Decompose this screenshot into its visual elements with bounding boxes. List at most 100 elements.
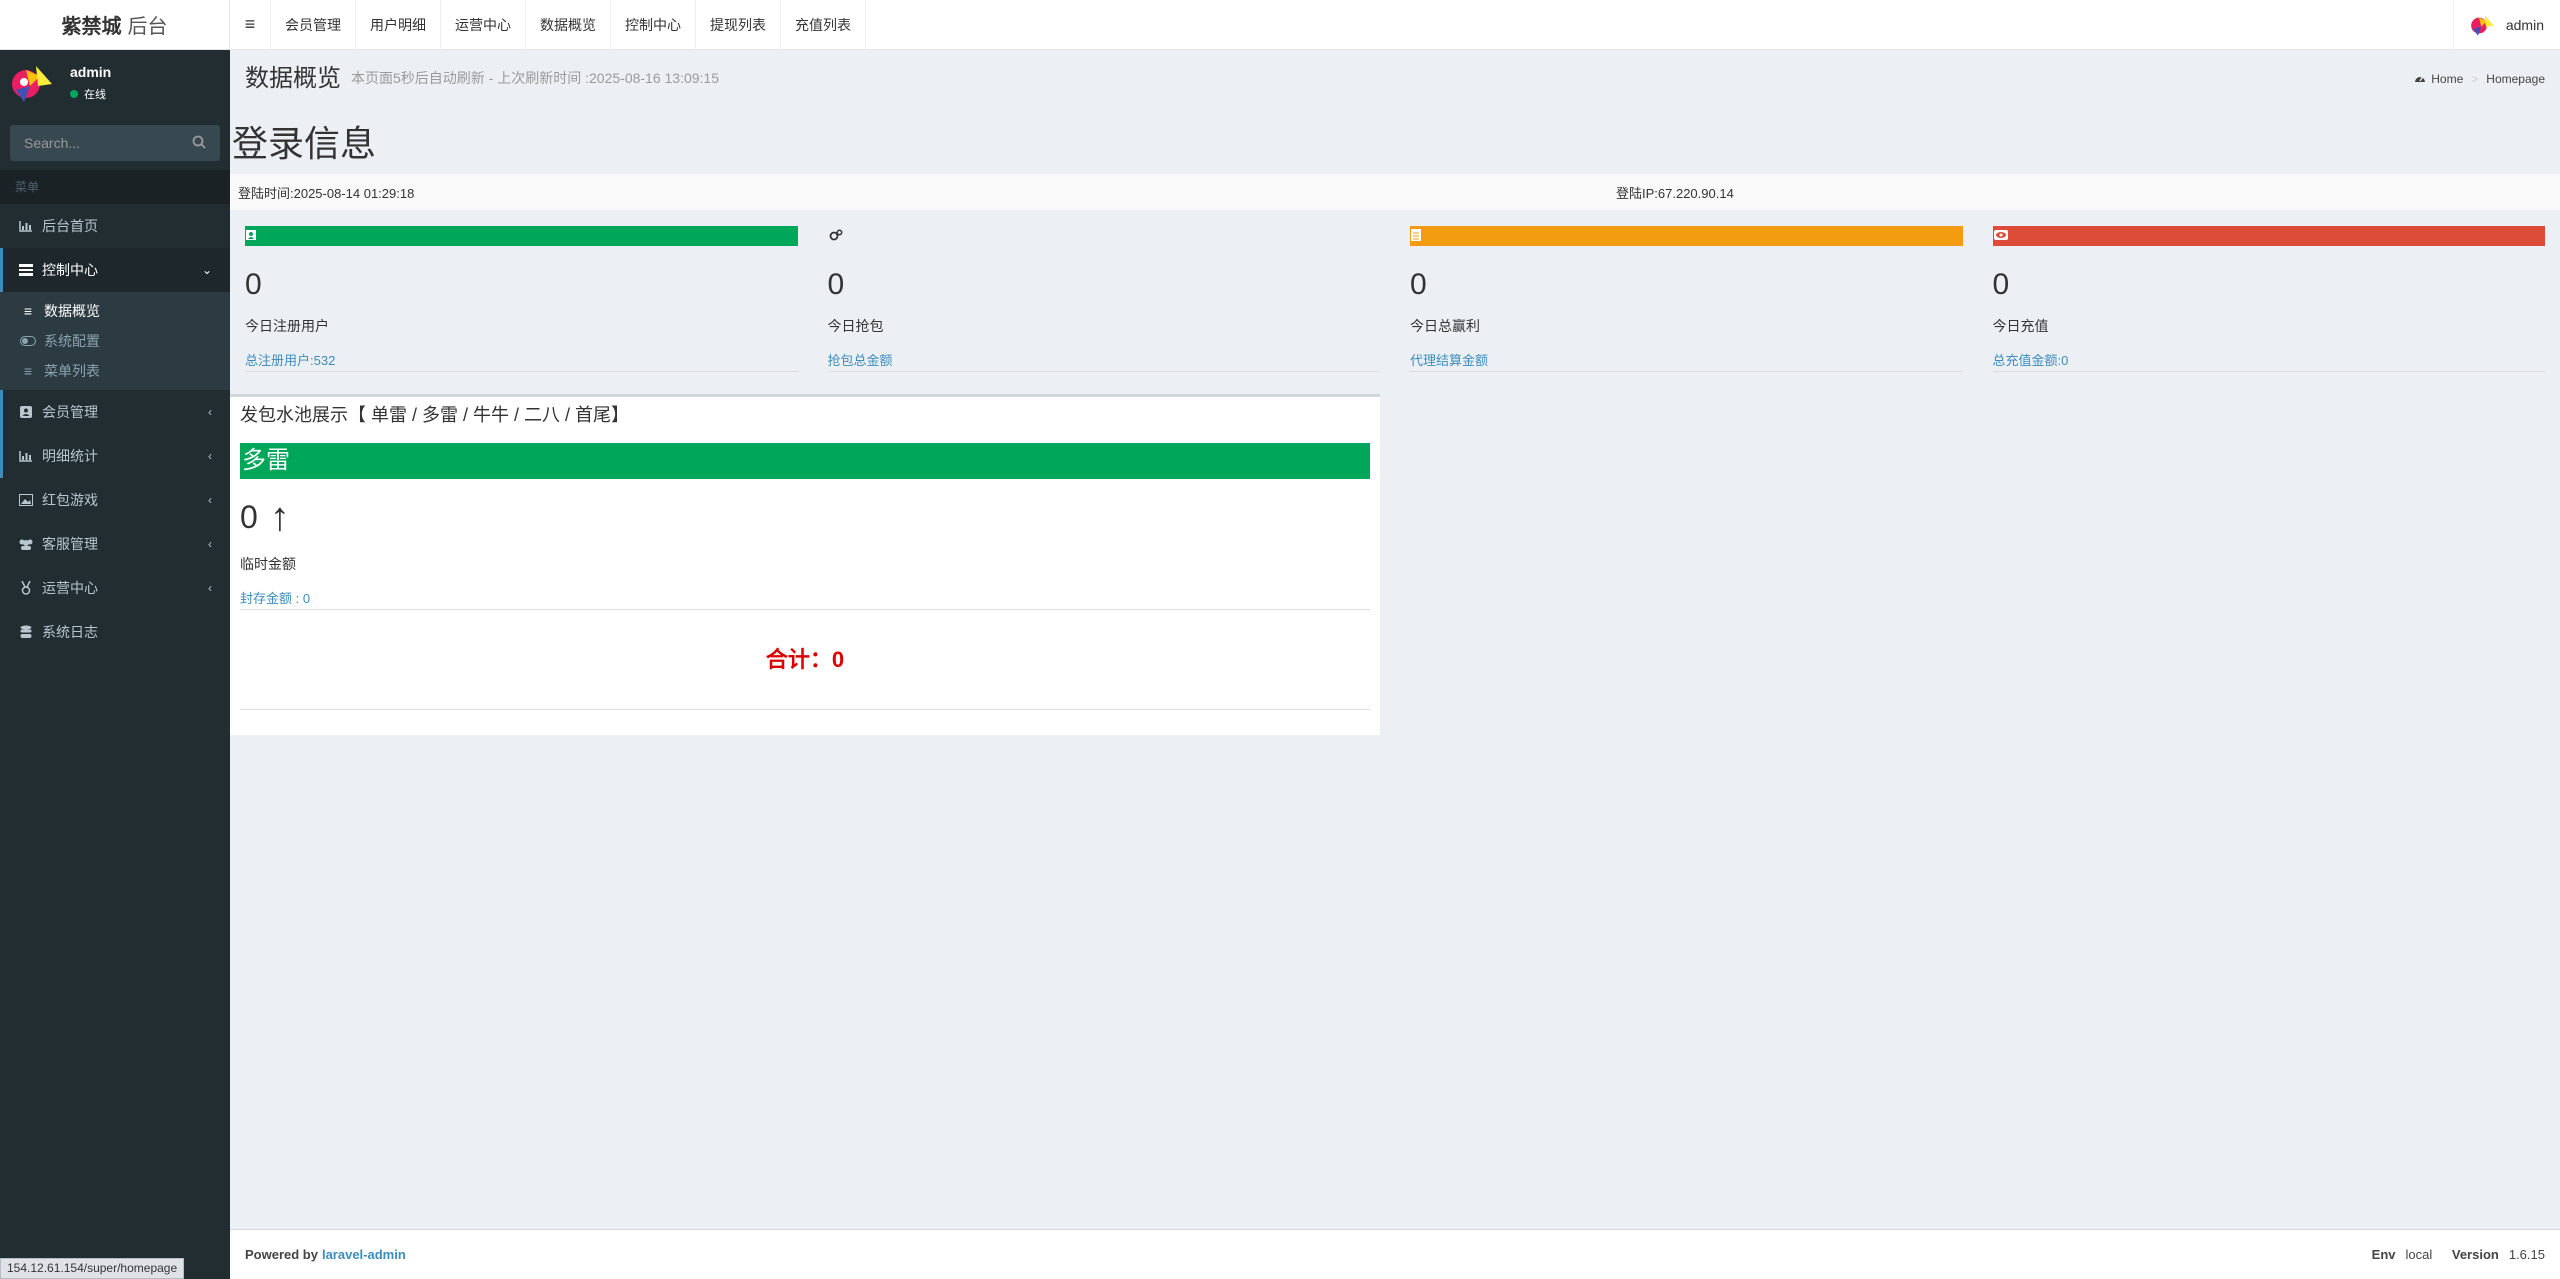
chevron-left-icon: ‹ [208,537,212,551]
stat-label: 今日抢包 [827,318,884,334]
avatar [2470,12,2496,38]
file-icon [1411,228,1421,244]
sidebar-item-red-packet[interactable]: 红包游戏 ‹ [0,478,230,522]
sidebar-subitem-system-config[interactable]: 系统配置 [0,326,230,356]
avatar [10,60,56,106]
topnav-link-recharges[interactable]: 充值列表 [781,0,866,50]
pool-title: 发包水池展示【 单雷 / 多雷 / 牛牛 / 二八 / 首尾】 [240,405,630,425]
stat-value: 0 [1410,268,1427,301]
bar-chart-icon [18,450,34,462]
sidebar-item-system-log[interactable]: 系统日志 [0,610,230,654]
breadcrumb: Home > Homepage [2414,72,2545,86]
footer-version-label: Version [2451,1247,2499,1262]
sidebar-item-customer-service[interactable]: 客服管理 ‹ [0,522,230,566]
login-ip: 登陆IP:67.220.90.14 [1616,185,1734,201]
login-info-title: 登录信息 [232,123,377,164]
sidebar-subitem-label: 系统配置 [44,333,100,349]
pool-footer-link[interactable]: 封存金额 : 0 [240,588,1370,610]
sidebar-item-label: 明细统计 [42,448,98,464]
list-icon: ≡ [23,303,33,319]
breadcrumb-separator: > [2471,72,2479,86]
search-placeholder: Search... [24,135,81,151]
brand-name: 紫禁城 [61,16,122,38]
sidebar-item-statistics[interactable]: 明细统计 ‹ [0,434,230,478]
search-icon[interactable] [192,135,206,152]
topnav-link-members[interactable]: 会员管理 [271,0,356,50]
brand-logo[interactable]: 紫禁城 后台 [0,0,230,50]
sidebar-item-label: 运营中心 [42,580,98,596]
stat-footer-link[interactable]: 代理结算金额 [1410,350,1963,372]
stat-box-profit: 0 今日总赢利 代理结算金额 [1395,226,1978,372]
user-menu[interactable]: admin [2452,0,2560,50]
topnav-link-control-center[interactable]: 控制中心 [611,0,696,50]
sidebar-item-label: 系统日志 [42,624,98,640]
footer-env-label: Env [2371,1247,2396,1262]
users-icon [18,538,34,550]
pool-value-row: 0 ↑ [240,495,1370,540]
sidebar-item-operations[interactable]: 运营中心 ‹ [0,566,230,610]
sidebar: 紫禁城 后台 admin 在线 Search... 菜单 后台首页 控制中心 ⌄… [0,0,230,1279]
user-square-icon [18,406,34,418]
pool-value: 0 [240,499,258,535]
chevron-left-icon: ‹ [208,449,212,463]
sidebar-toggle-icon[interactable]: ≡ [230,0,271,50]
breadcrumb-home[interactable]: Home [2431,72,2463,86]
sidebar-item-dashboard[interactable]: 后台首页 [0,204,230,248]
stat-footer-link[interactable]: 总注册用户:532 [245,350,798,372]
page-subtitle: 本页面5秒后自动刷新 - 上次刷新时间 :2025-08-16 13:09:15 [351,70,720,86]
chevron-left-icon: ‹ [208,405,212,419]
sidebar-item-label: 会员管理 [42,404,98,420]
stat-bar [1992,226,2545,246]
sidebar-search-input[interactable]: Search... [10,125,220,161]
list-icon: ≡ [23,363,33,379]
pool-type-bar: 多雷 [240,443,1370,479]
sidebar-item-members[interactable]: 会员管理 ‹ [0,390,230,434]
stat-footer-link[interactable]: 抢包总金额 [827,350,1380,372]
sidebar-item-control-center[interactable]: 控制中心 ⌄ [0,248,230,292]
content-header: 数据概览 本页面5秒后自动刷新 - 上次刷新时间 :2025-08-16 13:… [230,50,2560,100]
stat-box-grabs: 0 今日抢包 抢包总金额 [813,226,1396,372]
topnav-link-withdrawals[interactable]: 提现列表 [696,0,781,50]
stat-box-recharge: 0 今日充值 总充值金额:0 [1978,226,2560,372]
user-status: 在线 [70,86,111,102]
pool-total: 合计：0 [240,610,1370,710]
sidebar-subitem-overview[interactable]: ≡ 数据概览 [0,296,230,326]
eye-icon [1993,229,2008,243]
brand-suffix: 后台 [127,16,168,38]
toggle-icon [20,336,36,346]
login-time: 登陆时间:2025-08-14 01:29:18 [238,185,415,201]
user-panel: admin 在线 [0,50,230,116]
arrow-up-icon: ↑ [269,495,290,539]
user-status-label: 在线 [84,89,106,101]
page-footer: Powered by laravel-admin Env local Versio… [230,1229,2560,1279]
stat-value: 0 [1992,268,2010,301]
chevron-left-icon: ‹ [208,493,212,507]
sidebar-subitem-label: 菜单列表 [44,363,100,379]
sidebar-item-label: 后台首页 [42,218,98,234]
footer-powered-label: Powered by [245,1247,318,1262]
browser-status-bar: 154.12.61.154/super/homepage [0,1258,185,1279]
stat-label: 今日注册用户 [245,318,329,334]
cogs-icon [829,229,843,244]
footer-env-value: local [2405,1247,2433,1262]
topnav-link-operations[interactable]: 运营中心 [441,0,526,50]
stat-box-registrations: 0 今日注册用户 总注册用户:532 [230,226,813,372]
pool-label: 临时金额 [240,556,296,572]
sidebar-item-label: 红包游戏 [42,492,98,508]
topnav-link-overview[interactable]: 数据概览 [526,0,611,50]
menu-header: 菜单 [0,170,230,204]
sidebar-subitem-menu-list[interactable]: ≡ 菜单列表 [0,356,230,386]
user-plus-icon [246,229,256,243]
database-icon [18,625,34,639]
footer-laravel-admin-link[interactable]: laravel-admin [322,1247,406,1262]
pool-panel: 发包水池展示【 单雷 / 多雷 / 牛牛 / 二八 / 首尾】 多雷 0 ↑ 临… [230,394,1380,735]
stat-bar [828,226,1381,246]
chevron-down-icon: ⌄ [201,263,212,277]
stat-footer-link[interactable]: 总充值金额:0 [1992,350,2545,372]
image-icon [18,494,34,506]
bar-chart-icon [18,220,34,232]
stat-bar [1410,226,1963,246]
stat-label: 今日总赢利 [1410,318,1480,334]
page-title: 数据概览 [245,64,341,92]
topnav-link-user-details[interactable]: 用户明细 [356,0,441,50]
